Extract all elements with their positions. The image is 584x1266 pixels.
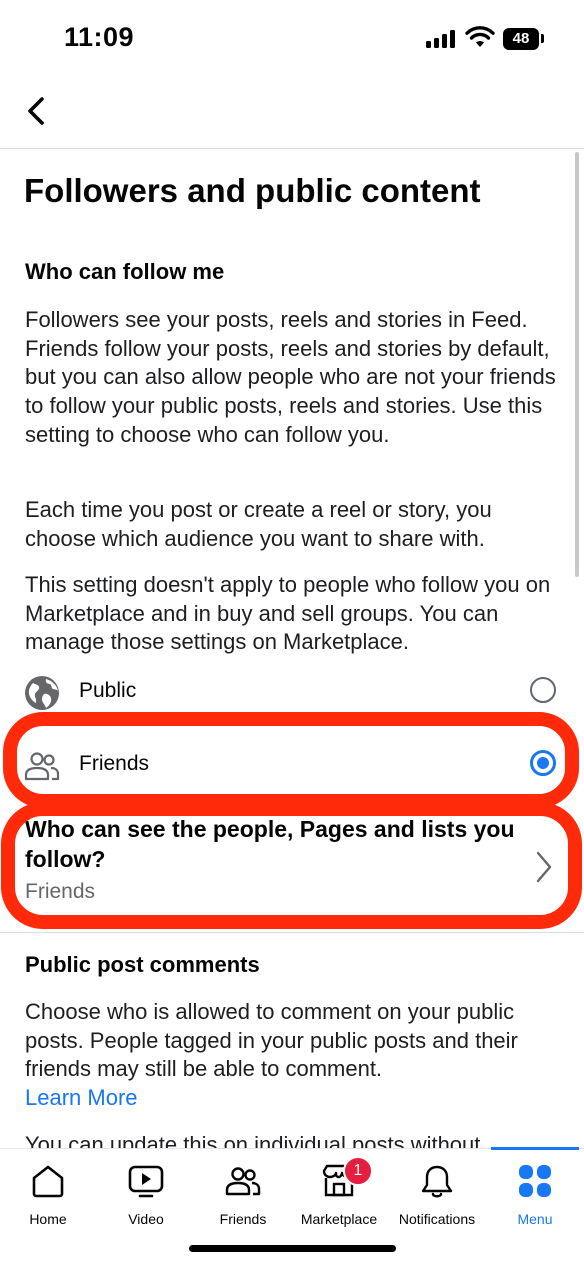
- option-public-label: Public: [79, 679, 137, 702]
- public-comments-description: Choose who is allowed to comment on your…: [25, 998, 560, 1113]
- video-icon: [128, 1165, 164, 1198]
- friends-icon: [24, 752, 60, 781]
- followers-description: Followers see your posts, reels and stor…: [25, 307, 556, 447]
- menu-grid-icon: [519, 1165, 551, 1197]
- tab-video-label: Video: [128, 1211, 164, 1227]
- status-time: 11:09: [64, 22, 135, 52]
- tab-friends-label: Friends: [219, 1211, 267, 1227]
- top-nav: [0, 78, 584, 149]
- tab-home-label: Home: [29, 1211, 67, 1227]
- chevron-right-icon: [536, 851, 552, 883]
- follow-list-title: Who can see the people, Pages and lists …: [25, 816, 515, 872]
- option-friends-label: Friends: [79, 752, 150, 775]
- friends-icon: [225, 1167, 261, 1196]
- back-arrow-icon[interactable]: [22, 94, 52, 128]
- radio-public[interactable]: [530, 677, 556, 703]
- option-public[interactable]: Public: [0, 663, 584, 721]
- home-icon: [32, 1165, 64, 1198]
- marketplace-description: This setting doesn't apply to people who…: [25, 572, 551, 655]
- who-can-follow-heading: Who can follow me: [25, 259, 225, 284]
- home-indicator[interactable]: [189, 1245, 396, 1252]
- cellular-signal-icon: [426, 30, 458, 48]
- option-friends[interactable]: Friends: [0, 736, 584, 794]
- tab-marketplace[interactable]: 1 Marketplace: [291, 1149, 387, 1239]
- scrollbar[interactable]: [575, 152, 579, 577]
- public-comments-heading: Public post comments: [25, 952, 260, 977]
- learn-more-link[interactable]: Learn More: [25, 1085, 138, 1110]
- tab-friends[interactable]: Friends: [195, 1149, 291, 1239]
- marketplace-badge: 1: [343, 1156, 373, 1186]
- bell-icon: [421, 1165, 453, 1198]
- follow-list-value: Friends: [25, 880, 96, 903]
- status-bar: 11:09 48: [0, 0, 584, 78]
- tab-menu-label: Menu: [517, 1211, 553, 1227]
- audience-description: Each time you post or create a reel or s…: [25, 497, 492, 551]
- tab-home[interactable]: Home: [0, 1149, 96, 1239]
- battery-icon: 48: [503, 28, 539, 50]
- tab-menu[interactable]: Menu: [487, 1149, 583, 1239]
- public-comments-text: Choose who is allowed to comment on your…: [25, 999, 518, 1082]
- radio-friends[interactable]: [530, 750, 556, 776]
- tab-marketplace-label: Marketplace: [300, 1211, 378, 1227]
- follow-list-visibility-row[interactable]: Who can see the people, Pages and lists …: [0, 812, 584, 922]
- tab-notifications[interactable]: Notifications: [389, 1149, 485, 1239]
- page-title: Followers and public content: [24, 172, 481, 209]
- globe-icon: [25, 676, 59, 710]
- tab-notifications-label: Notifications: [398, 1211, 476, 1227]
- tab-video[interactable]: Video: [98, 1149, 194, 1239]
- section-divider: [0, 932, 584, 933]
- battery-tip: [541, 34, 544, 43]
- wifi-icon: [465, 26, 495, 47]
